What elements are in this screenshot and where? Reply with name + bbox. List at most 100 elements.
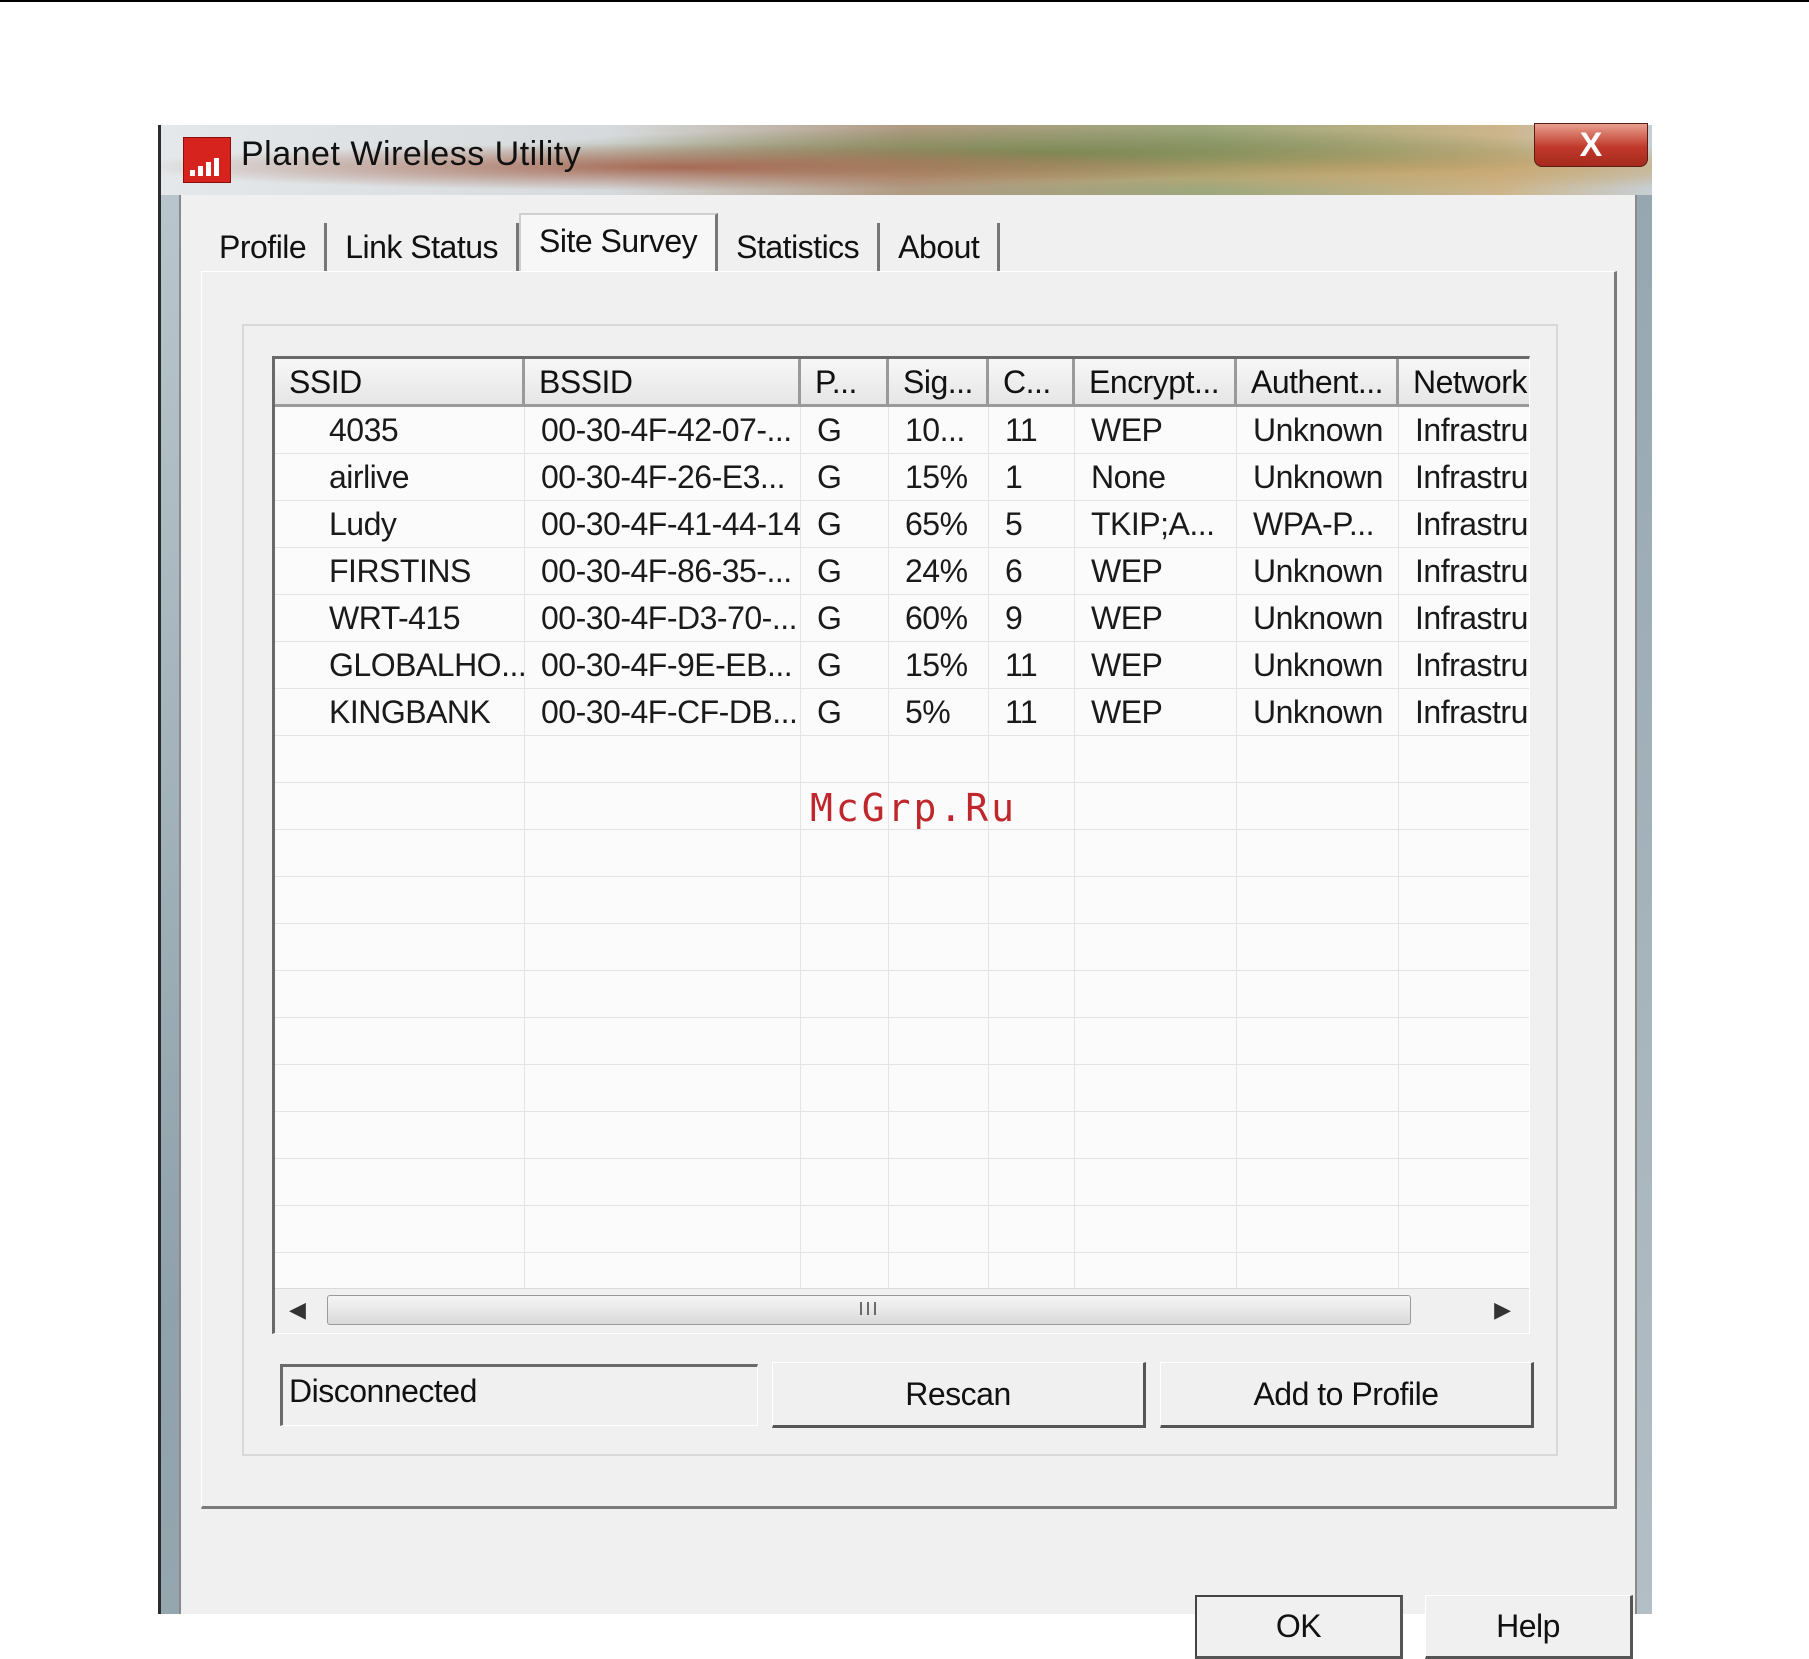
cell-signal: 10...: [889, 407, 989, 454]
column-header-network[interactable]: Network: [1399, 359, 1529, 407]
column-header-ssid[interactable]: SSID: [275, 359, 525, 407]
tab-link-status[interactable]: Link Status: [327, 223, 520, 271]
tab-profile[interactable]: Profile: [201, 223, 328, 271]
tab-statistics[interactable]: Statistics: [718, 223, 881, 271]
close-button[interactable]: X: [1534, 123, 1648, 167]
add-to-profile-button[interactable]: Add to Profile: [1160, 1362, 1534, 1428]
cell-ssid: WRT-415: [275, 595, 525, 642]
cell-bssid: 00-30-4F-26-E3...: [525, 454, 801, 501]
empty-row: [275, 1206, 1529, 1253]
cell-ssid: GLOBALHO...: [275, 642, 525, 689]
cell-encryption: WEP: [1075, 407, 1237, 454]
cell-encryption: WEP: [1075, 595, 1237, 642]
network-list[interactable]: SSID BSSID P... Sig... C... Encrypt... A…: [272, 356, 1530, 1334]
table-row[interactable]: airlive 00-30-4F-26-E3... G 15% 1 None U…: [275, 454, 1529, 501]
table-row[interactable]: WRT-415 00-30-4F-D3-70-... G 60% 9 WEP U…: [275, 595, 1529, 642]
cell-phy: G: [801, 407, 889, 454]
ok-button[interactable]: OK: [1195, 1595, 1403, 1659]
cell-signal: 60%: [889, 595, 989, 642]
dialog-client-area: Profile Link Status Site Survey Statisti…: [179, 195, 1637, 1659]
scroll-left-arrow-icon[interactable]: ◀: [289, 1297, 306, 1323]
list-header: SSID BSSID P... Sig... C... Encrypt... A…: [275, 359, 1529, 407]
table-row[interactable]: FIRSTINS 00-30-4F-86-35-... G 24% 6 WEP …: [275, 548, 1529, 595]
table-row[interactable]: GLOBALHO... 00-30-4F-9E-EB... G 15% 11 W…: [275, 642, 1529, 689]
cell-bssid: 00-30-4F-41-44-14: [525, 501, 801, 548]
planet-wireless-utility-window: Planet Wireless Utility X Profile Link S…: [158, 123, 1652, 1659]
cell-network: Infrastruc: [1399, 548, 1529, 595]
cell-signal: 15%: [889, 642, 989, 689]
top-rule: [0, 0, 1809, 2]
cell-channel: 11: [989, 689, 1075, 736]
cell-network: Infrastruc: [1399, 595, 1529, 642]
cell-network: Infrastruc: [1399, 407, 1529, 454]
cell-authentication: Unknown: [1237, 689, 1399, 736]
connection-status-field: Disconnected: [280, 1364, 758, 1426]
empty-row: [275, 1112, 1529, 1159]
cell-signal: 15%: [889, 454, 989, 501]
table-row[interactable]: Ludy 00-30-4F-41-44-14 G 65% 5 TKIP;A...…: [275, 501, 1529, 548]
window-title: Planet Wireless Utility: [241, 135, 582, 173]
cell-authentication: Unknown: [1237, 454, 1399, 501]
help-button[interactable]: Help: [1425, 1595, 1633, 1659]
cell-network: Infrastruc: [1399, 642, 1529, 689]
close-icon: X: [1579, 125, 1603, 164]
empty-row: [275, 1018, 1529, 1065]
cell-signal: 5%: [889, 689, 989, 736]
cell-channel: 5: [989, 501, 1075, 548]
cell-ssid: Ludy: [275, 501, 525, 548]
empty-row: [275, 924, 1529, 971]
cell-bssid: 00-30-4F-86-35-...: [525, 548, 801, 595]
table-row[interactable]: 4035 00-30-4F-42-07-... G 10... 11 WEP U…: [275, 407, 1529, 454]
signal-bars-icon: [183, 137, 231, 183]
cell-ssid: FIRSTINS: [275, 548, 525, 595]
scrollbar-thumb[interactable]: III: [327, 1295, 1411, 1325]
column-header-signal[interactable]: Sig...: [889, 359, 989, 407]
cell-encryption: WEP: [1075, 689, 1237, 736]
cell-ssid: airlive: [275, 454, 525, 501]
cell-bssid: 00-30-4F-CF-DB...: [525, 689, 801, 736]
cell-authentication: Unknown: [1237, 595, 1399, 642]
cell-channel: 1: [989, 454, 1075, 501]
empty-row: [275, 877, 1529, 924]
empty-row: [275, 1065, 1529, 1112]
scroll-right-arrow-icon[interactable]: ▶: [1494, 1297, 1511, 1323]
cell-bssid: 00-30-4F-9E-EB...: [525, 642, 801, 689]
cell-phy: G: [801, 689, 889, 736]
cell-phy: G: [801, 454, 889, 501]
horizontal-scrollbar[interactable]: ◀ III ▶: [275, 1288, 1529, 1333]
tab-about[interactable]: About: [880, 223, 1001, 271]
cell-authentication: Unknown: [1237, 548, 1399, 595]
cell-ssid: KINGBANK: [275, 689, 525, 736]
cell-authentication: Unknown: [1237, 642, 1399, 689]
cell-authentication: WPA-P...: [1237, 501, 1399, 548]
tab-site-survey[interactable]: Site Survey: [519, 213, 719, 271]
title-bar[interactable]: Planet Wireless Utility X: [161, 123, 1652, 195]
empty-row: [275, 971, 1529, 1018]
column-header-authentication[interactable]: Authent...: [1237, 359, 1399, 407]
cell-channel: 11: [989, 407, 1075, 454]
cell-phy: G: [801, 595, 889, 642]
cell-channel: 6: [989, 548, 1075, 595]
tab-strip: Profile Link Status Site Survey Statisti…: [201, 213, 1001, 271]
column-header-phy[interactable]: P...: [801, 359, 889, 407]
cell-bssid: 00-30-4F-42-07-...: [525, 407, 801, 454]
cell-authentication: Unknown: [1237, 407, 1399, 454]
column-header-encryption[interactable]: Encrypt...: [1075, 359, 1237, 407]
cell-signal: 24%: [889, 548, 989, 595]
cell-encryption: TKIP;A...: [1075, 501, 1237, 548]
column-header-channel[interactable]: C...: [989, 359, 1075, 407]
cell-phy: G: [801, 642, 889, 689]
column-header-bssid[interactable]: BSSID: [525, 359, 801, 407]
cell-signal: 65%: [889, 501, 989, 548]
cell-phy: G: [801, 548, 889, 595]
table-row[interactable]: KINGBANK 00-30-4F-CF-DB... G 5% 11 WEP U…: [275, 689, 1529, 736]
site-survey-panel: SSID BSSID P... Sig... C... Encrypt... A…: [201, 271, 1617, 1509]
cell-encryption: None: [1075, 454, 1237, 501]
site-survey-group: SSID BSSID P... Sig... C... Encrypt... A…: [242, 324, 1558, 1456]
cell-encryption: WEP: [1075, 548, 1237, 595]
cell-network: Infrastruc: [1399, 454, 1529, 501]
cell-network: Infrastruc: [1399, 689, 1529, 736]
rescan-button[interactable]: Rescan: [772, 1362, 1146, 1428]
grip-icon: III: [858, 1299, 880, 1319]
cell-network: Infrastruc: [1399, 501, 1529, 548]
